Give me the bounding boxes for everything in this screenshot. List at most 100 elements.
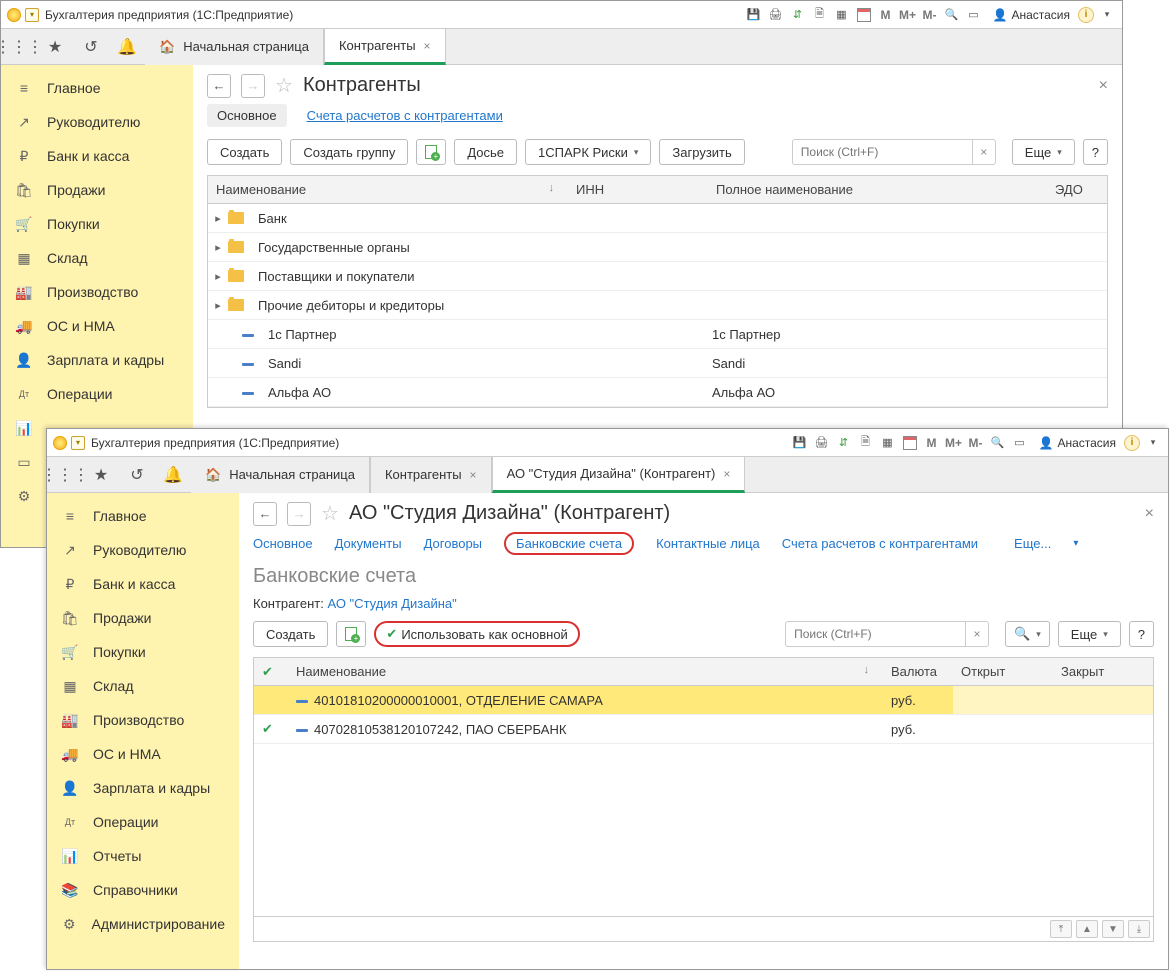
- m-icon[interactable]: M: [923, 434, 941, 452]
- table-row[interactable]: ▸Прочие дебиторы и кредиторы: [208, 291, 1107, 320]
- tab-contractor-card[interactable]: АО "Студия Дизайна" (Контрагент)×: [492, 457, 746, 493]
- page-close-icon[interactable]: ×: [1145, 505, 1154, 523]
- save-icon[interactable]: 💾: [791, 434, 809, 452]
- table-row[interactable]: 40101810200000010001, ОТДЕЛЕНИЕ САМАРА р…: [254, 686, 1153, 715]
- sidebar-item-operations[interactable]: ДтОперации: [47, 805, 239, 839]
- save-icon[interactable]: 💾: [745, 6, 763, 24]
- nav-down-icon[interactable]: ▼: [1102, 920, 1124, 938]
- m-minus-icon[interactable]: M-: [921, 6, 939, 24]
- calendar-icon[interactable]: [855, 6, 873, 24]
- col-close[interactable]: Закрыт: [1053, 664, 1153, 679]
- bell-icon[interactable]: 🔔: [109, 29, 145, 65]
- table-row[interactable]: ✔ 40702810538120107242, ПАО СБЕРБАНК руб…: [254, 715, 1153, 744]
- print-icon[interactable]: 🖨: [767, 6, 785, 24]
- col-currency[interactable]: Валюта: [883, 664, 953, 679]
- star-icon[interactable]: ☆: [321, 501, 339, 526]
- sort-icon[interactable]: ↓: [549, 182, 561, 197]
- back-button[interactable]: ←: [253, 502, 277, 526]
- doc-icon[interactable]: 🗎: [811, 6, 829, 24]
- apps-icon[interactable]: ⋮⋮⋮: [1, 29, 37, 65]
- sidebar-item-warehouse[interactable]: ▦Склад: [1, 241, 193, 275]
- sidebar-item-sales[interactable]: 🛍Продажи: [1, 173, 193, 207]
- expand-icon[interactable]: ▸: [208, 212, 228, 225]
- table-row[interactable]: ▸Государственные органы: [208, 233, 1107, 262]
- create-doc-button[interactable]: [416, 139, 446, 165]
- dossier-button[interactable]: Досье: [454, 139, 517, 165]
- subnav-accounts[interactable]: Счета расчетов с контрагентами: [307, 104, 503, 127]
- help-button[interactable]: ?: [1129, 621, 1154, 647]
- sidebar-item-payroll[interactable]: 👤Зарплата и кадры: [47, 771, 239, 805]
- close-icon[interactable]: ×: [723, 467, 730, 481]
- clear-search-icon[interactable]: ×: [972, 139, 996, 165]
- col-full[interactable]: Полное наименование: [708, 182, 1047, 197]
- subnav-contacts[interactable]: Контактные лица: [656, 536, 760, 551]
- history-icon[interactable]: ↺: [73, 29, 109, 65]
- col-edo[interactable]: ЭДО: [1047, 182, 1107, 197]
- table-row[interactable]: ▸Поставщики и покупатели: [208, 262, 1107, 291]
- subnav-settlement[interactable]: Счета расчетов с контрагентами: [782, 536, 978, 551]
- sidebar-item-main[interactable]: ≡Главное: [1, 71, 193, 105]
- fav-icon[interactable]: ★: [83, 457, 119, 493]
- spark-button[interactable]: 1СПАРК Риски▾: [525, 139, 651, 165]
- sidebar-item-sales[interactable]: 🛍Продажи: [47, 601, 239, 635]
- panel-icon[interactable]: ▭: [965, 6, 983, 24]
- tab-home[interactable]: 🏠Начальная страница: [145, 29, 324, 65]
- contractor-link[interactable]: АО "Студия Дизайна": [327, 596, 456, 611]
- use-as-main-button[interactable]: ✔Использовать как основной: [374, 621, 579, 647]
- create-group-button[interactable]: Создать группу: [290, 139, 408, 165]
- table-row[interactable]: Альфа АОАльфа АО: [208, 378, 1107, 407]
- menu-caret-icon[interactable]: ▾: [1098, 6, 1116, 24]
- sidebar-item-refs[interactable]: 📚Справочники: [47, 873, 239, 907]
- calc-icon[interactable]: ▦: [833, 6, 851, 24]
- sidebar-item-bank[interactable]: ₽Банк и касса: [1, 139, 193, 173]
- sidebar-item-production[interactable]: 🏭Производство: [1, 275, 193, 309]
- sidebar-item-operations[interactable]: ДтОперации: [1, 377, 193, 411]
- nav-up-icon[interactable]: ▲: [1076, 920, 1098, 938]
- col-open[interactable]: Открыт: [953, 664, 1053, 679]
- subnav-main[interactable]: Основное: [253, 536, 313, 551]
- calc-icon[interactable]: ▦: [879, 434, 897, 452]
- m-plus-icon[interactable]: M+: [899, 6, 917, 24]
- sidebar-item-reports[interactable]: 📊Отчеты: [47, 839, 239, 873]
- search-input[interactable]: [785, 621, 965, 647]
- sidebar-item-bank[interactable]: ₽Банк и касса: [47, 567, 239, 601]
- more-button[interactable]: Еще▾: [1012, 139, 1075, 165]
- table-row[interactable]: SandiSandi: [208, 349, 1107, 378]
- apps-icon[interactable]: ⋮⋮⋮: [47, 457, 83, 493]
- nav-top-icon[interactable]: ⤒: [1050, 920, 1072, 938]
- print-icon[interactable]: 🖨: [813, 434, 831, 452]
- expand-icon[interactable]: ▸: [208, 299, 228, 312]
- subnav-contracts[interactable]: Договоры: [424, 536, 482, 551]
- page-close-icon[interactable]: ×: [1099, 77, 1108, 95]
- m-icon[interactable]: M: [877, 6, 895, 24]
- m-plus-icon[interactable]: M+: [945, 434, 963, 452]
- create-button[interactable]: Создать: [253, 621, 328, 647]
- user-label[interactable]: 👤Анастасия: [1039, 436, 1117, 450]
- clear-search-icon[interactable]: ×: [965, 621, 989, 647]
- tab-contractors[interactable]: Контрагенты×: [324, 29, 446, 65]
- menu-caret-icon[interactable]: ▾: [1144, 434, 1162, 452]
- expand-icon[interactable]: ▸: [208, 270, 228, 283]
- sidebar-item-manager[interactable]: ↗Руководителю: [1, 105, 193, 139]
- table-row[interactable]: ▸Банк: [208, 204, 1107, 233]
- subnav-bank-accounts[interactable]: Банковские счета: [504, 532, 634, 555]
- subnav-docs[interactable]: Документы: [335, 536, 402, 551]
- tab-home[interactable]: 🏠Начальная страница: [191, 457, 370, 493]
- close-icon[interactable]: ×: [470, 468, 477, 482]
- dropdown-icon[interactable]: ▾: [25, 8, 39, 22]
- m-minus-icon[interactable]: M-: [967, 434, 985, 452]
- fav-icon[interactable]: ★: [37, 29, 73, 65]
- sidebar-item-assets[interactable]: 🚚ОС и НМА: [1, 309, 193, 343]
- info-icon[interactable]: i: [1078, 7, 1094, 23]
- sidebar-item-warehouse[interactable]: ▦Склад: [47, 669, 239, 703]
- sidebar-item-payroll[interactable]: 👤Зарплата и кадры: [1, 343, 193, 377]
- close-icon[interactable]: ×: [424, 39, 431, 53]
- compare-icon[interactable]: ⇵: [789, 6, 807, 24]
- create-doc-button[interactable]: [336, 621, 366, 647]
- search-input[interactable]: [792, 139, 972, 165]
- nav-bottom-icon[interactable]: ⤓: [1128, 920, 1150, 938]
- load-button[interactable]: Загрузить: [659, 139, 744, 165]
- forward-button[interactable]: →: [241, 74, 265, 98]
- calendar-icon[interactable]: [901, 434, 919, 452]
- subnav-main[interactable]: Основное: [207, 104, 287, 127]
